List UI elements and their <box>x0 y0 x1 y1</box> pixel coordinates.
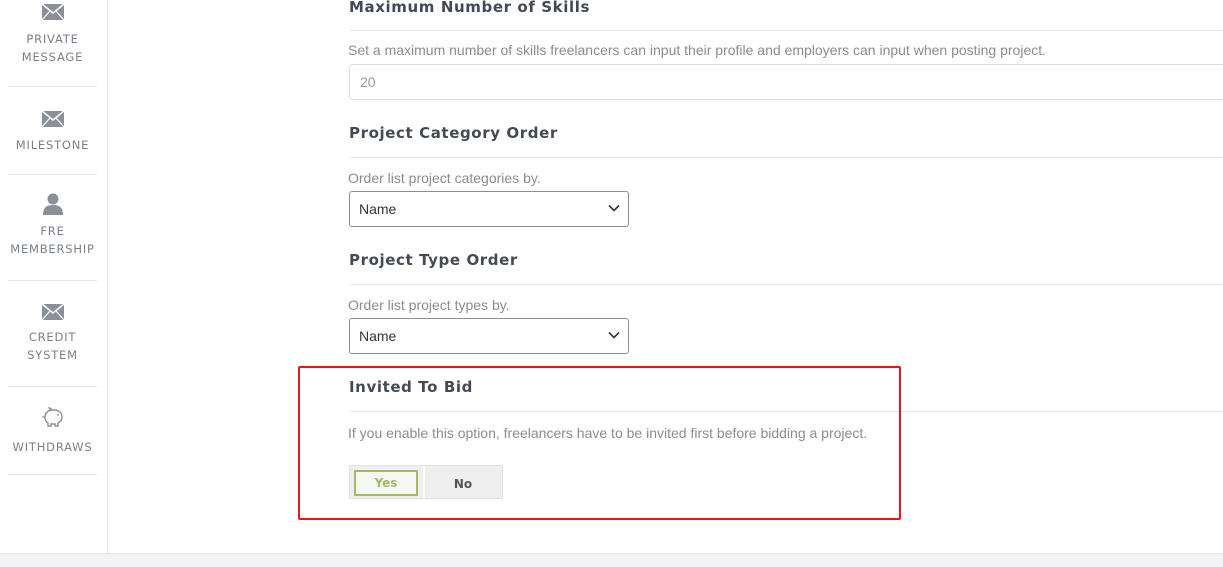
type-order-select[interactable]: Name <box>349 318 629 354</box>
user-icon <box>42 193 63 215</box>
category-order-select[interactable]: Name <box>349 191 629 227</box>
sidebar-item-label: MESSAGE <box>21 50 84 64</box>
chevron-down-icon <box>608 204 620 212</box>
type-order-description: Order list project types by. <box>348 297 510 313</box>
section-title-max-skills: Maximum Number of Skills <box>349 0 591 16</box>
section-title-category-order: Project Category Order <box>349 124 558 142</box>
envelope-icon <box>41 111 64 127</box>
divider <box>349 284 1223 285</box>
sidebar-item-label: MEMBERSHIP <box>10 242 95 256</box>
sidebar-item-label: WITHDRAWS <box>12 440 93 454</box>
divider <box>349 30 1223 31</box>
sidebar-item-label: PRIVATE <box>26 32 79 46</box>
sidebar-item-credit-system[interactable]: CREDIT SYSTEM <box>8 281 97 387</box>
sidebar: PRIVATE MESSAGE MILESTONE FRE MEMBERSHIP… <box>0 0 108 553</box>
bottom-bar <box>0 553 1223 567</box>
highlight-box <box>298 366 901 520</box>
envelope-icon <box>41 4 64 20</box>
sidebar-item-withdraws[interactable]: WITHDRAWS <box>8 387 97 475</box>
max-skills-input[interactable]: 20 <box>349 64 1223 100</box>
category-order-description: Order list project categories by. <box>348 170 541 186</box>
sidebar-item-label: SYSTEM <box>27 348 78 362</box>
category-order-selected-value: Name <box>359 201 397 217</box>
chevron-down-icon <box>608 331 620 339</box>
divider <box>349 157 1223 158</box>
type-order-selected-value: Name <box>359 328 397 344</box>
envelope-icon <box>41 304 64 320</box>
sidebar-item-private-message[interactable]: PRIVATE MESSAGE <box>8 0 97 87</box>
section-title-type-order: Project Type Order <box>349 251 518 269</box>
sidebar-item-fre-membership[interactable]: FRE MEMBERSHIP <box>8 175 97 281</box>
sidebar-item-label: MILESTONE <box>15 138 90 152</box>
max-skills-description: Set a maximum number of skills freelance… <box>348 42 1047 58</box>
sidebar-item-label: FRE <box>40 224 65 238</box>
sidebar-item-label: CREDIT <box>28 330 77 344</box>
sidebar-item-milestone[interactable]: MILESTONE <box>8 87 97 175</box>
piggy-bank-icon <box>42 407 63 427</box>
